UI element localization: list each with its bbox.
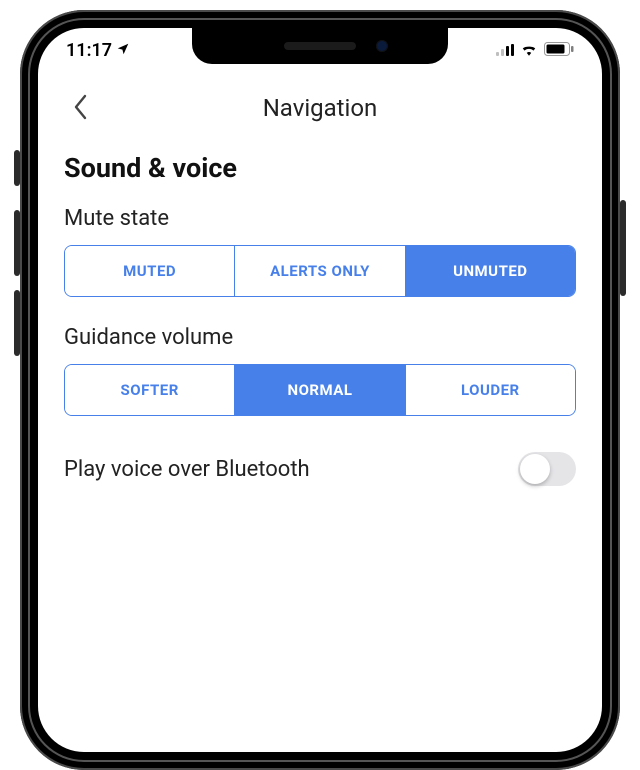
page-title: Navigation — [64, 94, 576, 122]
segment-softer[interactable]: SOFTER — [65, 365, 234, 415]
toggle-knob — [520, 454, 550, 484]
bluetooth-label: Play voice over Bluetooth — [64, 457, 310, 482]
chevron-left-icon — [73, 94, 89, 120]
power-button[interactable] — [620, 200, 626, 296]
speaker-grille — [284, 42, 356, 50]
cellular-signal-icon — [496, 44, 514, 56]
section-heading: Sound & voice — [64, 152, 576, 184]
front-camera — [376, 40, 388, 52]
battery-icon — [544, 40, 574, 61]
bluetooth-toggle[interactable] — [518, 452, 576, 486]
wifi-icon — [520, 40, 538, 61]
back-button[interactable] — [64, 90, 98, 124]
phone-frame: 11:17 — [20, 10, 620, 770]
status-time: 11:17 — [66, 40, 112, 61]
location-icon — [116, 40, 130, 61]
segment-unmuted[interactable]: UNMUTED — [405, 246, 575, 296]
guidance-volume-segmented: SOFTER NORMAL LOUDER — [64, 364, 576, 416]
segment-muted[interactable]: MUTED — [65, 246, 234, 296]
bluetooth-row: Play voice over Bluetooth — [64, 444, 576, 494]
notch — [192, 28, 448, 64]
segment-normal[interactable]: NORMAL — [234, 365, 404, 415]
navbar: Navigation — [64, 72, 576, 152]
screen: 11:17 — [38, 28, 602, 752]
mute-state-label: Mute state — [64, 206, 576, 231]
phone-frame-inner: 11:17 — [28, 18, 612, 762]
guidance-volume-label: Guidance volume — [64, 325, 576, 350]
mute-state-segmented: MUTED ALERTS ONLY UNMUTED — [64, 245, 576, 297]
segment-alerts-only[interactable]: ALERTS ONLY — [234, 246, 404, 296]
segment-louder[interactable]: LOUDER — [405, 365, 575, 415]
